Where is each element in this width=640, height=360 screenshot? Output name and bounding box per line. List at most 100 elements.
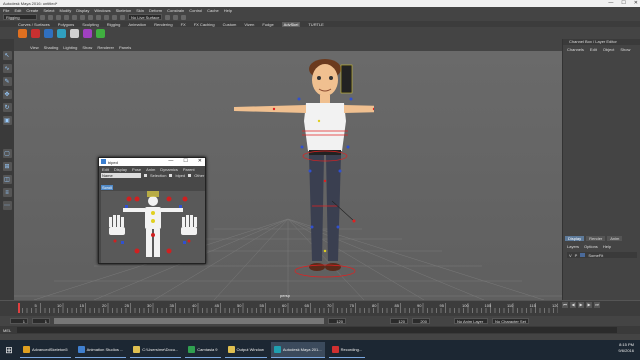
maximize-button[interactable]: ☐ (621, 0, 625, 6)
scale-tool-icon[interactable]: ▣ (2, 116, 12, 125)
options-menu[interactable]: Options (584, 244, 598, 249)
menu-skeleton[interactable]: Skeleton (116, 8, 132, 13)
go-to-start-icon[interactable]: ⏮ (562, 302, 568, 308)
select-hierarchy-icon[interactable] (80, 14, 85, 20)
biped-close-button[interactable]: ✕ (198, 158, 202, 164)
layer-visibility-toggle[interactable]: V (569, 253, 572, 258)
menu-cache[interactable]: Cache (207, 8, 219, 13)
go-to-end-icon[interactable]: ⏭ (594, 302, 600, 308)
layer-playback-toggle[interactable]: P (575, 253, 578, 258)
menu-deform[interactable]: Deform (149, 8, 162, 13)
mel-input[interactable] (17, 327, 618, 333)
close-button[interactable]: ✕ (634, 0, 638, 6)
biped-menu-anim[interactable]: Anim (146, 167, 155, 172)
highlighted-menu-item[interactable]: Scroll (101, 185, 113, 190)
edit-menu[interactable]: Edit (590, 47, 597, 52)
biped-maximize-button[interactable]: ☐ (183, 158, 187, 164)
play-icon[interactable]: ▶ (578, 302, 584, 308)
shelf-tab-sculpting[interactable]: Sculpting (82, 22, 98, 27)
menu-display[interactable]: Display (76, 8, 89, 13)
character-model[interactable] (214, 51, 374, 291)
minimize-button[interactable]: — (608, 0, 613, 6)
undo-icon[interactable] (64, 14, 69, 20)
paint-select-icon[interactable]: ✎ (2, 77, 12, 86)
layer-tab-render[interactable]: Render (586, 236, 606, 241)
advskel-biped-icon[interactable] (70, 28, 79, 38)
shelf-tab-rendering[interactable]: Rendering (154, 22, 172, 27)
menu-constrain[interactable]: Constrain (167, 8, 184, 13)
biped-menu-edit[interactable]: Edit (102, 167, 109, 172)
biped-menu-parent[interactable]: Parent (183, 167, 195, 172)
menu-control[interactable]: Control (189, 8, 202, 13)
biped-checkbox[interactable] (169, 174, 173, 177)
shelf-tab-rigging[interactable]: Rigging (107, 22, 121, 27)
ipr-render-icon[interactable] (173, 14, 179, 20)
snap-grid-icon[interactable] (104, 14, 109, 20)
biped-name-dropdown[interactable]: Name (101, 173, 141, 178)
show-menu[interactable]: Show (620, 47, 630, 52)
taskbar-app-recording[interactable]: Recording... (328, 342, 366, 358)
layer-name[interactable]: SomeFit (588, 253, 603, 258)
max-end-field[interactable]: 200 (412, 318, 430, 324)
menu-windows[interactable]: Windows (94, 8, 110, 13)
select-object-icon[interactable] (88, 14, 93, 20)
two-view-icon[interactable]: ◫ (2, 175, 12, 184)
taskbar-app-output-window[interactable]: Output Window (224, 342, 267, 358)
biped-picker-canvas[interactable] (101, 191, 205, 263)
select-component-icon[interactable] (96, 14, 101, 20)
advskel-fit-icon[interactable] (31, 28, 40, 38)
biped-minimize-button[interactable]: — (168, 158, 173, 164)
shelf-tab-fudge[interactable]: Fudge (262, 22, 273, 27)
biped-menu-dynamics[interactable]: Dynamics (160, 167, 178, 172)
layer-tab-display[interactable]: Display (565, 236, 585, 241)
new-scene-icon[interactable] (40, 14, 45, 20)
advskel-face-icon[interactable] (57, 28, 66, 38)
shelf-tab-polygons[interactable]: Polygons (58, 22, 74, 27)
menu-skin[interactable]: Skin (136, 8, 144, 13)
anim-layer-dropdown[interactable]: No Anim Layer (454, 318, 488, 324)
character-set-dropdown[interactable]: No Character Set (492, 318, 529, 324)
shelf-tab-animation[interactable]: Animation (128, 22, 146, 27)
playback-end-field[interactable]: 120 (328, 318, 346, 324)
advskel-skin-icon[interactable] (44, 28, 53, 38)
time-ruler[interactable]: 5 10 15 20 25 30 35 40 45 50 55 60 65 70 75 80 85 90 95 100… (18, 303, 558, 313)
layer-row[interactable]: V P SomeFit (567, 252, 637, 258)
taskbar-app-maya[interactable]: Autodesk Maya 201... (270, 342, 325, 358)
shelf-tab-custom[interactable]: Custom (223, 22, 237, 27)
four-view-icon[interactable]: ⊞ (2, 162, 12, 171)
graph-view-icon[interactable]: ⋯ (2, 201, 12, 210)
mode-dropdown[interactable]: Rigging (3, 14, 37, 20)
menu-help[interactable]: Help (224, 8, 232, 13)
layer-tab-anim[interactable]: Anim (607, 236, 623, 241)
taskbar-app-browser[interactable]: Animation Studios ... (74, 342, 127, 358)
render-settings-icon[interactable] (181, 14, 187, 20)
help-menu[interactable]: Help (603, 244, 611, 249)
shelf-tab-fx-caching[interactable]: FX Caching (194, 22, 215, 27)
selection-checkbox[interactable] (144, 174, 147, 177)
end-time-field[interactable]: 120 (390, 318, 408, 324)
move-tool-icon[interactable]: ✥ (2, 90, 12, 99)
biped-menu-display[interactable]: Display (114, 167, 127, 172)
menu-file[interactable]: File (3, 8, 9, 13)
taskbar-app-advancedskeleton[interactable]: AdvancedSkeleton5 (20, 342, 71, 358)
object-menu[interactable]: Object (603, 47, 615, 52)
channels-menu[interactable]: Channels (567, 47, 584, 52)
layers-menu[interactable]: Layers (567, 244, 579, 249)
system-tray[interactable]: 8:15 PM 9/6/2016 (618, 342, 634, 354)
taskbar-app-camtasia[interactable]: Camtasia 9 (185, 342, 221, 358)
save-scene-icon[interactable] (56, 14, 61, 20)
menu-edit[interactable]: Edit (14, 8, 21, 13)
range-slider[interactable] (54, 318, 324, 324)
advskel-tools-icon[interactable] (96, 28, 105, 38)
menu-select[interactable]: Select (43, 8, 54, 13)
step-back-icon[interactable]: ◀ (570, 302, 576, 308)
shelf-tab-turtle[interactable]: TURTLE (308, 22, 323, 27)
step-forward-icon[interactable]: ▶ (586, 302, 592, 308)
menu-modify[interactable]: Modify (60, 8, 72, 13)
advskel-build-icon[interactable] (18, 28, 27, 38)
single-view-icon[interactable]: ▢ (2, 149, 12, 158)
current-frame-marker[interactable] (18, 303, 20, 313)
other-checkbox[interactable] (188, 174, 192, 177)
biped-menu-pose[interactable]: Pose (132, 167, 141, 172)
viewport-3d[interactable]: persp (14, 51, 562, 300)
